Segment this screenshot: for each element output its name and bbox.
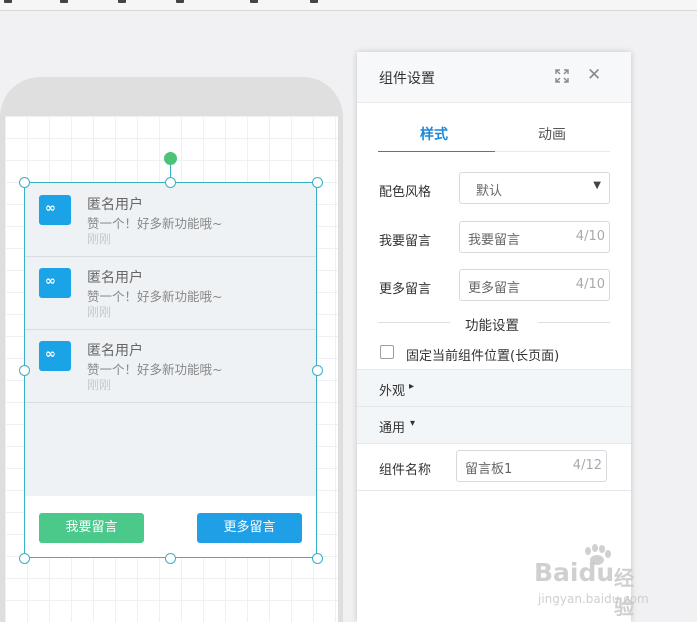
- more-message-button[interactable]: 更多留言: [197, 513, 302, 543]
- resize-handle-bottom-right[interactable]: [312, 553, 323, 564]
- general-section[interactable]: 通用 ▾: [357, 406, 631, 444]
- button-bar: 我要留言 更多留言: [25, 496, 316, 557]
- list-item: ∞ 匿名用户 赞一个！好多新功能哦~ 刚刚: [25, 329, 316, 403]
- dropdown-arrow-icon: ▼: [593, 180, 601, 191]
- section-divider-left: [378, 322, 450, 323]
- section-divider-right: [538, 322, 610, 323]
- menu-fragment: [60, 0, 68, 3]
- list-item: ∞ 匿名用户 赞一个！好多新功能哦~ 刚刚: [25, 256, 316, 330]
- more-message-label: 更多留言: [379, 282, 432, 297]
- fix-position-label[interactable]: 固定当前组件位置(长页面): [406, 345, 559, 364]
- rotate-handle[interactable]: [164, 152, 177, 165]
- more-message-counter: 4/10: [575, 277, 605, 292]
- menu-fragment: [118, 0, 126, 3]
- appearance-section[interactable]: 外观 ▸: [357, 369, 631, 407]
- active-tab-indicator: [378, 151, 495, 152]
- function-settings-title: 功能设置: [465, 318, 519, 334]
- menu-fragment: [4, 0, 12, 3]
- avatar-icon: ∞: [45, 274, 56, 289]
- fix-position-checkbox[interactable]: [380, 345, 394, 359]
- top-menu-bar: [0, 0, 697, 11]
- avatar: ∞: [39, 195, 71, 225]
- tab-divider: [495, 151, 610, 152]
- resize-handle-top-left[interactable]: [19, 177, 30, 188]
- message-author: 匿名用户: [87, 343, 143, 359]
- component-name-value: 留言板1: [465, 462, 513, 477]
- general-label: 通用: [379, 421, 406, 436]
- resize-handle-top[interactable]: [165, 177, 176, 188]
- panel-divider: [357, 490, 631, 491]
- my-message-counter: 4/10: [575, 229, 605, 244]
- menu-fragment: [310, 0, 318, 3]
- component-name-label: 组件名称: [379, 463, 432, 478]
- component-name-counter: 4/12: [572, 458, 602, 473]
- close-icon[interactable]: ✕: [587, 67, 601, 84]
- resize-handle-bottom-left[interactable]: [19, 553, 30, 564]
- watermark-brand: Baidu: [534, 558, 615, 587]
- message-time: 刚刚: [87, 305, 112, 319]
- avatar-icon: ∞: [45, 347, 56, 362]
- panel-header: 组件设置 ✕: [357, 52, 631, 103]
- component-settings-panel: 组件设置 ✕ 样式 动画 配色风格 默认 ▼ 我要留言 我要留言 4/10 更多…: [357, 52, 631, 622]
- message-board-component[interactable]: ∞ 匿名用户 赞一个！好多新功能哦~ 刚刚 ∞ 匿名用户 赞一个！好多新功能哦~…: [24, 182, 317, 558]
- my-message-label: 我要留言: [379, 234, 432, 249]
- avatar: ∞: [39, 341, 71, 371]
- menu-fragment: [176, 0, 184, 3]
- resize-handle-right[interactable]: [312, 365, 323, 376]
- watermark-cn: 经验: [614, 566, 634, 619]
- watermark-url: jingyan.baidu.com: [538, 592, 649, 606]
- my-message-input[interactable]: 我要留言 4/10: [459, 221, 610, 253]
- tab-style[interactable]: 样式: [420, 124, 448, 144]
- tab-animation[interactable]: 动画: [538, 124, 566, 144]
- avatar: ∞: [39, 268, 71, 298]
- message-time: 刚刚: [87, 378, 112, 392]
- appearance-label: 外观: [379, 384, 406, 399]
- color-style-select[interactable]: 默认 ▼: [459, 172, 610, 204]
- color-style-value: 默认: [476, 184, 503, 199]
- list-item: ∞ 匿名用户 赞一个！好多新功能哦~ 刚刚: [25, 183, 316, 257]
- resize-handle-top-right[interactable]: [312, 177, 323, 188]
- color-style-label: 配色风格: [379, 185, 432, 200]
- expand-icon[interactable]: [555, 69, 569, 83]
- resize-handle-bottom[interactable]: [165, 553, 176, 564]
- component-name-input[interactable]: 留言板1 4/12: [456, 450, 607, 482]
- message-author: 匿名用户: [87, 270, 143, 286]
- my-message-value: 我要留言: [468, 233, 521, 248]
- panel-title: 组件设置: [379, 71, 435, 87]
- avatar-icon: ∞: [45, 201, 56, 216]
- caret-right-icon: ▸: [409, 381, 415, 392]
- menu-fragment: [250, 0, 258, 3]
- message-time: 刚刚: [87, 232, 112, 246]
- resize-handle-left[interactable]: [19, 365, 30, 376]
- my-message-button[interactable]: 我要留言: [39, 513, 144, 543]
- more-message-value: 更多留言: [468, 281, 521, 296]
- message-author: 匿名用户: [87, 197, 143, 213]
- caret-down-icon: ▾: [410, 418, 416, 429]
- more-message-input[interactable]: 更多留言 4/10: [459, 269, 610, 301]
